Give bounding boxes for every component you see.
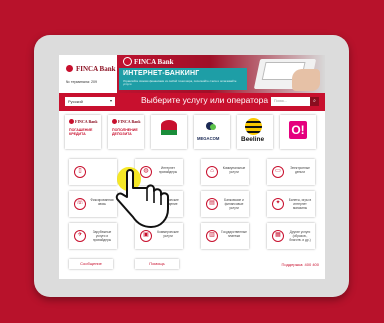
building-icon: ▥ [206,230,218,242]
search-placeholder: Поиск... [274,99,287,103]
provider-brand: MEGACOM [197,136,220,141]
message-button[interactable]: Сообщение [69,259,113,269]
banner[interactable]: FINCA Bank ИНТЕРНЕТ-БАНКИНГ Управляйте с… [117,55,325,93]
service-label: Другие услуги (образов., благотв. и др.) [289,230,311,242]
language-value: Русский [68,99,83,104]
provider-deposit-topup[interactable]: FINCA Bank ПОПОЛНЕНИЕ ДЕПОЗИТА [108,115,144,149]
terminal-number: № терминала: 209 [66,80,98,84]
hand-image [292,69,320,91]
search-icon[interactable]: ⌕ [310,97,319,106]
help-button[interactable]: Помощь [135,259,179,269]
provider-megacom[interactable]: MEGACOM [194,115,230,149]
provider-o[interactable]: O! [280,115,316,149]
provider-brand: Beeline [241,136,265,143]
finca-icon [161,120,177,130]
footer: Сообщение Помощь Поддержка: 400 400 [59,257,325,273]
page-title: Выберите услугу или оператора [141,95,269,105]
chevron-down-icon: ▾ [109,98,112,103]
provider-label: ПОГАШЕНИЕ КРЕДИТА [69,128,93,137]
provider-label: ПОПОЛНЕНИЕ ДЕПОЗИТА [112,128,138,137]
service-label: Зарубежные услуги и провайдеры [92,230,112,242]
service-foreign[interactable]: ✈ Зарубежные услуги и провайдеры [69,223,117,249]
service-label: Банковские и финансовые услуги [224,198,244,210]
provider-row: FINCA Bank ПОГАШЕНИЕ КРЕДИТА FINCA Bank … [59,115,325,153]
kiosk-screen: FINCA Bank № терминала: 209 FINCA Bank И… [59,55,325,279]
provider-brand: FINCA Bank [118,119,141,124]
banner-title: ИНТЕРНЕТ-БАНКИНГ [123,70,200,77]
finca-logo: FINCA Bank [65,64,115,73]
beeline-icon [245,118,262,135]
provider-loan-repayment[interactable]: FINCA Bank ПОГАШЕНИЕ КРЕДИТА [65,115,101,149]
service-banking[interactable]: ▤ Банковские и финансовые услуги [201,191,249,217]
service-tickets-games[interactable]: ✦ Билеты, игры в интернет магазины [267,191,315,217]
finca-logo: FINCA Bank [69,119,98,124]
bank-icon: ▤ [206,198,218,210]
o-logo-icon: O! [289,121,307,139]
gamepad-icon: ✦ [272,198,284,210]
megacom-icon [203,122,219,132]
language-select[interactable]: Русский ▾ [65,97,115,106]
finca-icon-base [161,130,177,135]
header: FINCA Bank № терминала: 209 FINCA Bank И… [59,55,325,93]
pointing-hand-icon [115,167,169,228]
support-phone: Поддержка: 400 400 [281,262,319,267]
finca-logo-icon [123,57,132,66]
service-other[interactable]: ▦ Другие услуги (образов., благотв. и др… [267,223,315,249]
plane-icon: ✈ [74,230,86,242]
telephone-icon: ☏ [74,198,86,210]
brand-text: FINCA Bank [76,64,116,73]
banner-brand-text: FINCA Bank [134,57,174,66]
search-input[interactable]: Поиск... ⌕ [271,97,319,106]
service-label: Фиксированная связь [90,198,114,206]
provider-finca[interactable] [151,115,187,149]
service-label: Государственные платежи [221,230,247,238]
service-mobile[interactable]: ▯ [69,159,117,185]
banner-subtitle: Управляйте своими финансами из любой точ… [123,79,237,87]
service-label: Коммунальные услуги [222,166,246,174]
home-icon: ⌂ [206,166,218,178]
service-landline[interactable]: ☏ Фиксированная связь [69,191,117,217]
service-government[interactable]: ▥ Государственные платежи [201,223,249,249]
wallet-icon: ▭ [272,166,284,178]
finca-logo-icon [65,64,74,73]
toolbar: Русский ▾ Выберите услугу или оператора … [59,93,325,111]
service-label: Билеты, игры в интернет магазины [288,198,312,210]
finca-logo: FINCA Bank [112,119,141,124]
banner-logo: FINCA Bank [123,57,173,66]
service-label: Электронные деньги [290,166,310,174]
service-utilities[interactable]: ⌂ Коммунальные услуги [201,159,249,185]
provider-beeline[interactable]: Beeline [237,115,273,149]
phone-icon: ▯ [74,166,86,178]
grid-icon: ▦ [272,230,284,242]
tablet-frame: FINCA Bank № терминала: 209 FINCA Bank И… [34,35,349,297]
service-e-money[interactable]: ▭ Электронные деньги [267,159,315,185]
provider-brand: FINCA Bank [75,119,98,124]
